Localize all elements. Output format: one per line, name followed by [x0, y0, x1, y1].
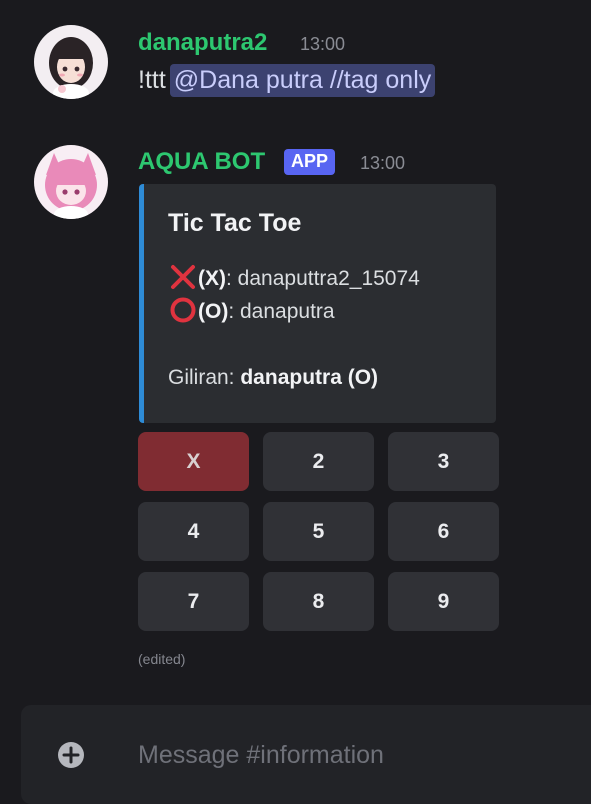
bot-avatar[interactable] — [34, 145, 108, 219]
message-author[interactable]: AQUA BOT — [138, 148, 265, 176]
game-embed: Tic Tac Toe (X): danaputtra2_15074 (O): … — [139, 184, 496, 423]
board-cell-8[interactable]: 8 — [263, 572, 374, 631]
player-o-name: : danaputra — [228, 300, 335, 323]
embed-title: Tic Tac Toe — [168, 209, 302, 237]
command-text: !ttt — [138, 66, 166, 94]
edited-label: (edited) — [138, 651, 186, 667]
user-mention[interactable]: @Dana putra //tag only — [169, 64, 436, 97]
player-x-mark: (X) — [198, 267, 226, 290]
cross-mark-icon — [171, 265, 195, 289]
message-content: !ttt @Dana putra //tag only — [138, 64, 436, 97]
player-x-line: (X): danaputtra2_15074 — [168, 264, 420, 291]
message-timestamp: 13:00 — [360, 153, 406, 173]
plus-circle-icon[interactable] — [55, 739, 87, 771]
board-cell-2[interactable]: 2 — [263, 432, 374, 491]
board-cell-9[interactable]: 9 — [388, 572, 499, 631]
chat-view: danaputra2 13:00 !ttt @Dana putra //tag o… — [0, 0, 591, 804]
board-cell-4[interactable]: 4 — [138, 502, 249, 561]
board-cell-5[interactable]: 5 — [263, 502, 374, 561]
board-cell-6[interactable]: 6 — [388, 502, 499, 561]
board-cell-7[interactable]: 7 — [138, 572, 249, 631]
turn-line: Giliran: danaputra (O) — [168, 366, 378, 390]
hollow-circle-icon — [170, 297, 196, 323]
player-o-mark: (O) — [198, 300, 229, 323]
turn-label: Giliran: — [168, 366, 241, 389]
turn-value: danaputra (O) — [240, 366, 379, 389]
board-cell-1[interactable]: X — [138, 432, 249, 491]
message-author[interactable]: danaputra2 — [138, 29, 267, 57]
player-x-name: : danaputtra2_15074 — [226, 267, 420, 290]
message-timestamp: 13:00 — [300, 34, 346, 54]
player-o-line: (O): danaputra — [168, 297, 335, 324]
app-badge: APP — [284, 149, 336, 175]
board-cell-3[interactable]: 3 — [388, 432, 499, 491]
message-input[interactable] — [136, 734, 580, 776]
user-avatar[interactable] — [34, 25, 108, 99]
